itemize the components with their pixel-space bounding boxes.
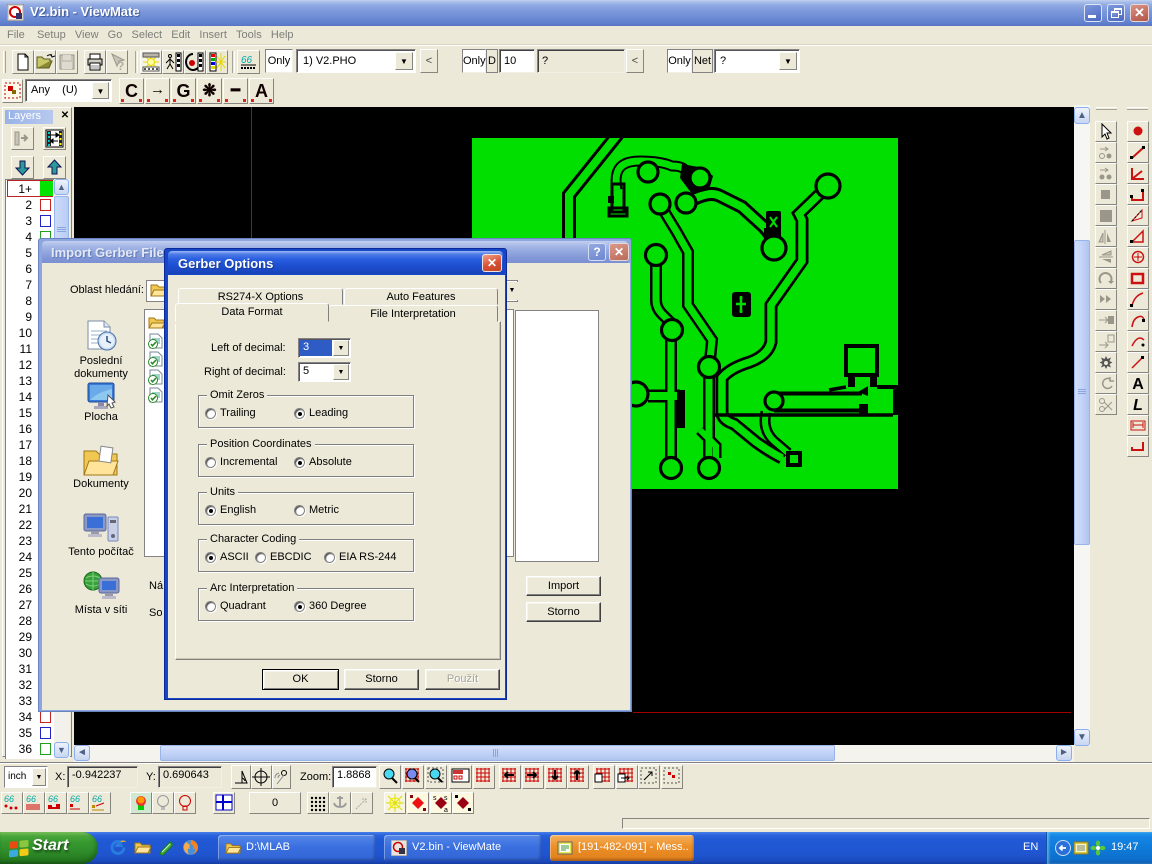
- svg-text:A: A: [1132, 376, 1144, 393]
- svg-text:?: ?: [117, 59, 124, 73]
- svg-text:66: 66: [26, 794, 36, 804]
- svg-text:a: a: [444, 807, 448, 813]
- svg-text:66: 66: [70, 794, 80, 804]
- svg-text:s: s: [444, 795, 448, 802]
- svg-text:66: 66: [48, 794, 58, 804]
- svg-text:66: 66: [4, 794, 14, 804]
- svg-text:s: s: [433, 795, 437, 802]
- svg-text:66: 66: [92, 794, 102, 804]
- svg-text:66: 66: [241, 55, 253, 66]
- svg-text:L: L: [1133, 397, 1143, 414]
